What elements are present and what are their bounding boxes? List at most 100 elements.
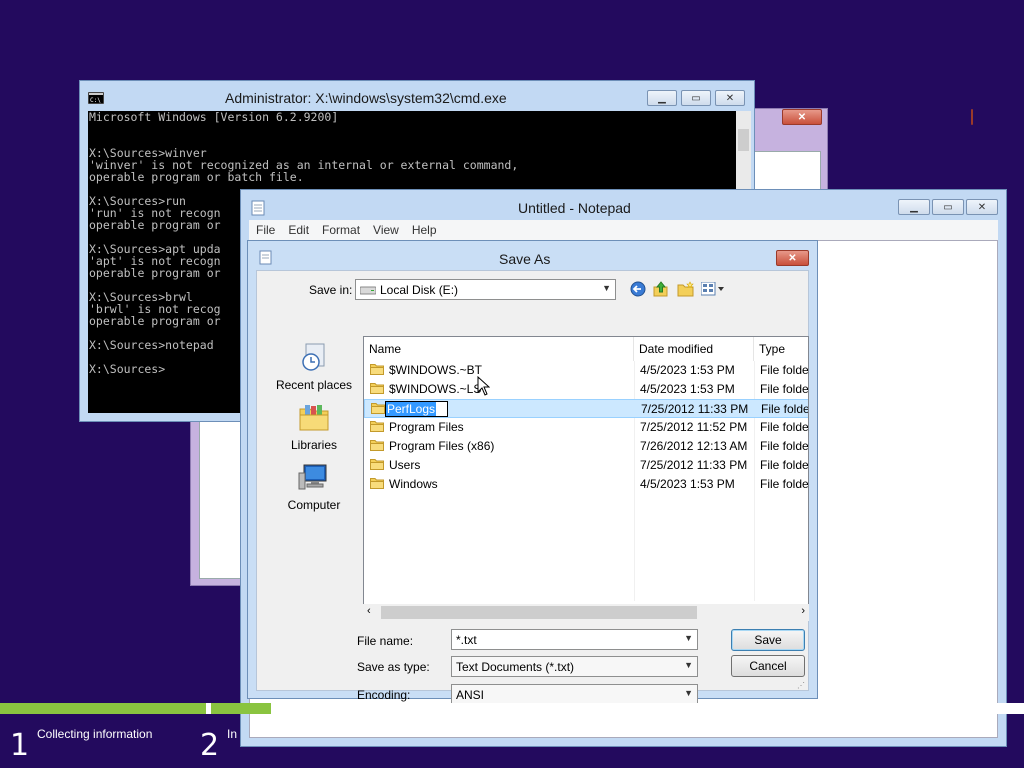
file-type: File folder xyxy=(760,420,809,434)
folder-icon xyxy=(370,421,384,432)
file-type: File folder xyxy=(760,458,809,472)
file-date: 7/26/2012 12:13 AM xyxy=(640,439,748,453)
notepad-minimize-button[interactable]: ▁ xyxy=(898,199,930,215)
folder-icon xyxy=(370,364,384,375)
file-list-row[interactable]: Program Files 7/25/2012 11:52 PM File fold… xyxy=(364,418,809,437)
save-in-dropdown[interactable]: Local Disk (E:) ▼ xyxy=(355,279,616,300)
notepad-maximize-button[interactable]: ▭ xyxy=(932,199,964,215)
up-folder-icon[interactable] xyxy=(653,280,669,298)
column-header-type[interactable]: Type xyxy=(754,337,808,361)
cmd-close-button[interactable]: ✕ xyxy=(715,90,745,106)
file-list-row[interactable]: $WINDOWS.~LS 4/5/2023 1:53 PM File folder xyxy=(364,380,809,399)
file-type: File folder xyxy=(760,439,809,453)
file-date: 4/5/2023 1:53 PM xyxy=(640,363,735,377)
chevron-down-icon: ▼ xyxy=(602,283,611,293)
place-label: Recent places xyxy=(275,378,353,392)
save-as-type-dropdown[interactable]: Text Documents (*.txt) ▼ xyxy=(451,656,698,677)
place-libraries[interactable]: Libraries xyxy=(268,401,360,452)
file-type: File folder xyxy=(760,477,809,491)
file-list[interactable]: Name ⌃ Date modified Type $WINDOWS.~BT 4/… xyxy=(363,336,809,618)
menu-file[interactable]: File xyxy=(249,223,281,237)
cmd-scrollbar-thumb[interactable] xyxy=(738,129,749,151)
folder-icon xyxy=(370,459,384,470)
libraries-icon xyxy=(299,405,329,431)
console-icon: C:\ xyxy=(88,92,104,104)
file-name: $WINDOWS.~LS xyxy=(389,382,482,396)
chevron-down-icon: ▼ xyxy=(684,660,693,670)
file-list-row[interactable]: Windows 4/5/2023 1:53 PM File folder xyxy=(364,475,809,494)
encoding-dropdown[interactable]: ANSI ▼ xyxy=(451,684,698,705)
column-header-date[interactable]: Date modified xyxy=(634,337,754,361)
cmd-minimize-button[interactable]: ▁ xyxy=(647,90,677,106)
save-in-label: Save in: xyxy=(309,283,353,297)
file-date: 7/25/2012 11:33 PM xyxy=(640,458,748,472)
back-icon[interactable] xyxy=(630,281,646,297)
folder-icon xyxy=(370,383,384,394)
file-name: Program Files xyxy=(389,420,464,434)
menu-format[interactable]: Format xyxy=(315,223,366,237)
file-list-row[interactable]: Users 7/25/2012 11:33 PM File folder xyxy=(364,456,809,475)
place-computer[interactable]: Computer xyxy=(268,461,360,512)
file-list-row[interactable]: PerfLogs 7/25/2012 11:33 PM File folder xyxy=(364,399,809,418)
computer-icon xyxy=(298,464,327,490)
setup-step-number: 1 xyxy=(10,728,30,763)
file-type: File folder xyxy=(761,402,809,416)
new-folder-icon[interactable] xyxy=(677,281,695,297)
save-as-title: Save As xyxy=(499,251,551,267)
resize-grip-icon[interactable]: ⋰ xyxy=(797,681,805,690)
save-as-dialog[interactable]: Save As ✕ Save in: Local Disk (E:) ▼ Rec… xyxy=(247,240,818,705)
setup-progress-fill xyxy=(0,703,206,714)
place-label: Libraries xyxy=(290,438,338,452)
file-date: 4/5/2023 1:53 PM xyxy=(640,382,735,396)
file-list-row[interactable]: $WINDOWS.~BT 4/5/2023 1:53 PM File folder xyxy=(364,361,809,380)
file-type: File folder xyxy=(760,363,809,377)
file-name: $WINDOWS.~BT xyxy=(389,363,483,377)
place-recent-places[interactable]: Recent places xyxy=(268,341,360,392)
cmd-title: Administrator: X:\windows\system32\cmd.e… xyxy=(225,90,507,106)
console-line: Microsoft Windows [Version 6.2.9200] xyxy=(89,111,339,124)
encoding-label: Encoding: xyxy=(357,688,411,702)
svg-text:C:\: C:\ xyxy=(90,97,101,104)
folder-icon xyxy=(370,440,384,451)
save-as-type-label: Save as type: xyxy=(357,660,430,674)
scroll-right-icon[interactable]: › xyxy=(801,605,805,617)
menu-edit[interactable]: Edit xyxy=(281,223,315,237)
save-in-value: Local Disk (E:) xyxy=(380,282,459,297)
chevron-down-icon[interactable]: ▼ xyxy=(684,633,693,643)
column-header-name[interactable]: Name ⌃ xyxy=(364,337,634,361)
file-date: 4/5/2023 1:53 PM xyxy=(640,477,735,491)
notepad-close-button[interactable]: ✕ xyxy=(966,199,998,215)
rename-input[interactable]: PerfLogs xyxy=(385,401,448,417)
file-name: Windows xyxy=(389,477,438,491)
menu-view[interactable]: View xyxy=(366,223,405,237)
file-list-horizontal-scrollbar[interactable]: ‹ › xyxy=(363,604,809,621)
save-button[interactable]: Save xyxy=(731,629,805,651)
file-type: File folder xyxy=(760,382,809,396)
view-menu-icon[interactable] xyxy=(701,282,725,296)
setup-step-label: In xyxy=(227,727,238,741)
places-bar: Recent places Libraries Computer xyxy=(268,341,360,601)
cancel-button[interactable]: Cancel xyxy=(731,655,805,677)
menu-help[interactable]: Help xyxy=(405,223,443,237)
file-date: 7/25/2012 11:33 PM xyxy=(641,402,749,416)
save-as-body: Save in: Local Disk (E:) ▼ Recent places… xyxy=(256,270,809,705)
setup-step-label: Collecting information xyxy=(37,727,153,741)
background-window-close-button[interactable]: ✕ xyxy=(782,109,822,125)
notepad-title: Untitled - Notepad xyxy=(518,200,631,216)
notepad-icon xyxy=(259,250,272,265)
mouse-cursor-icon xyxy=(477,376,490,396)
file-name-label: File name: xyxy=(357,634,414,648)
cmd-maximize-button[interactable]: ▭ xyxy=(681,90,711,106)
scrollbar-thumb[interactable] xyxy=(381,606,697,619)
recent-places-icon xyxy=(302,343,325,371)
file-list-row[interactable]: Program Files (x86) 7/26/2012 12:13 AM Fil… xyxy=(364,437,809,456)
place-label: Computer xyxy=(287,498,341,512)
console-line: operable program or batch file. xyxy=(89,170,304,184)
setup-step-number: 2 xyxy=(200,728,220,763)
folder-icon xyxy=(370,478,384,489)
scroll-left-icon[interactable]: ‹ xyxy=(367,605,371,617)
file-name-input[interactable]: *.txt ▼ xyxy=(451,629,698,650)
save-as-close-button[interactable]: ✕ xyxy=(776,250,809,266)
folder-icon xyxy=(371,403,385,414)
